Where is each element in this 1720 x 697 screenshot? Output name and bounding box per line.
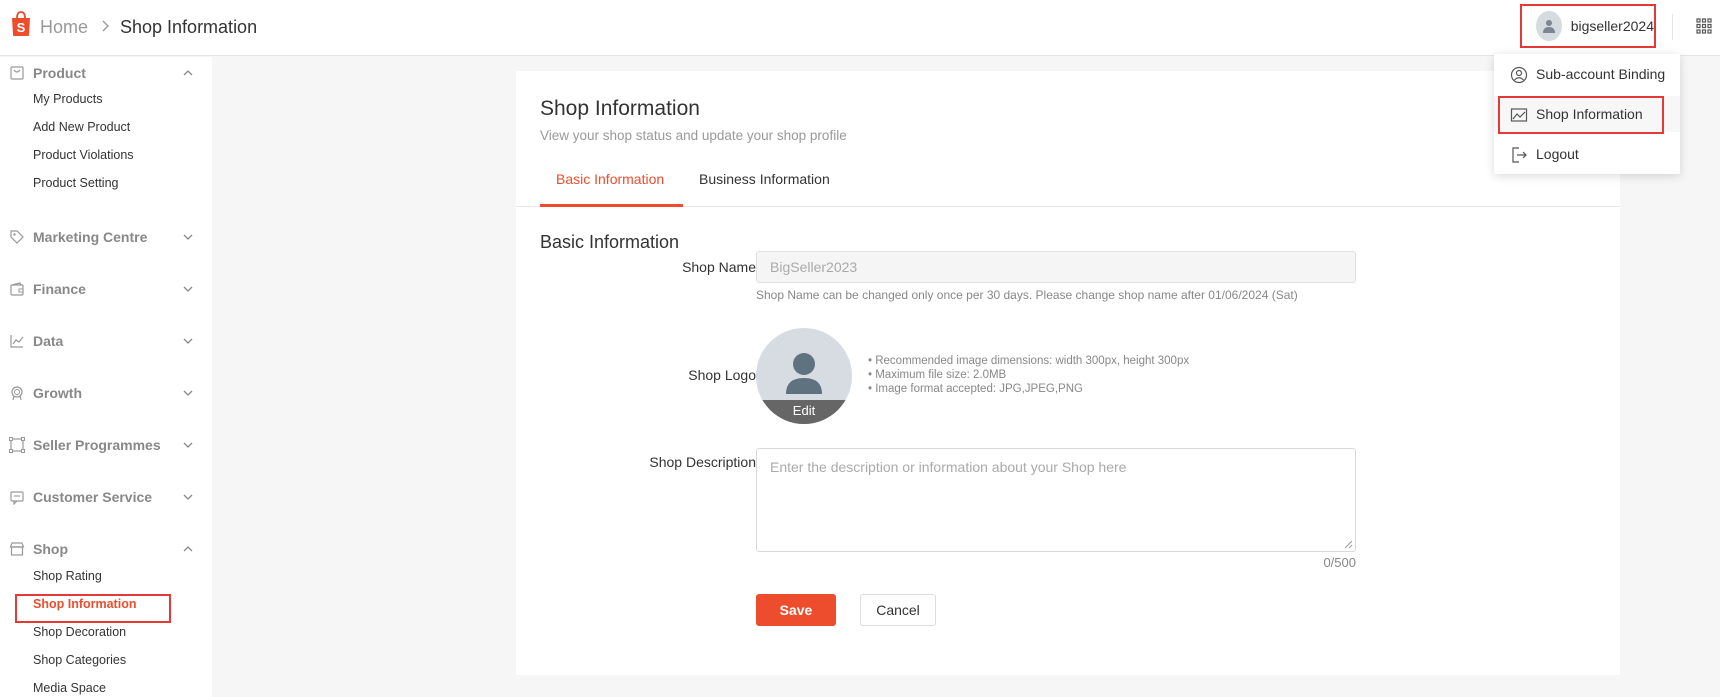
- shop-name-value: BigSeller2023: [770, 259, 858, 275]
- page-subtitle: View your shop status and update your sh…: [540, 128, 847, 143]
- menu-item-sub-account-binding[interactable]: Sub-account Binding: [1494, 56, 1680, 92]
- shopee-logo-icon[interactable]: S: [9, 11, 33, 37]
- active-tab-indicator: [540, 204, 683, 207]
- resize-handle-icon[interactable]: [1344, 540, 1353, 549]
- user-circle-icon: [1510, 66, 1528, 84]
- user-icon: [1542, 20, 1555, 33]
- logo-note: • Recommended image dimensions: width 30…: [868, 355, 1190, 367]
- sidebar-section-marketing-centre[interactable]: Marketing Centre: [0, 225, 212, 249]
- chat-icon: [10, 491, 24, 505]
- breadcrumb-home[interactable]: Home: [40, 17, 88, 38]
- sidebar-item-my-products[interactable]: My Products: [33, 92, 102, 106]
- sidebar-section-seller-programmes[interactable]: Seller Programmes: [0, 433, 212, 457]
- medal-icon: [11, 386, 23, 401]
- apps-grid-icon[interactable]: [1696, 18, 1712, 34]
- menu-item-highlight: [1498, 96, 1664, 134]
- sidebar-section-customer-service[interactable]: Customer Service: [0, 485, 212, 509]
- svg-text:S: S: [17, 20, 26, 35]
- description-char-counter: 0/500: [1323, 555, 1356, 570]
- breadcrumb-current: Shop Information: [120, 17, 258, 37]
- shop-description-textarea[interactable]: Enter the description or information abo…: [756, 448, 1356, 552]
- programmes-icon: [9, 437, 25, 453]
- cancel-button[interactable]: Cancel: [860, 594, 936, 626]
- sidebar-section-label: Growth: [33, 385, 82, 401]
- sidebar-section-label: Seller Programmes: [33, 437, 161, 453]
- menu-item-logout[interactable]: Logout: [1494, 136, 1680, 172]
- shop-description-label: Shop Description: [649, 454, 756, 470]
- user-dropdown-menu: Sub-account Binding Shop Information Log…: [1494, 54, 1680, 174]
- logout-icon: [1512, 147, 1527, 163]
- tab-business-information[interactable]: Business Information: [699, 171, 830, 187]
- shop-logo-uploader[interactable]: Edit: [756, 328, 852, 424]
- avatar: [1536, 11, 1562, 41]
- user-account-button[interactable]: bigseller2024: [1520, 4, 1656, 48]
- page-title: Shop Information: [540, 97, 700, 120]
- sidebar-section-label: Shop: [33, 541, 68, 557]
- sidebar-section-product[interactable]: Product: [0, 61, 212, 85]
- description-placeholder: Enter the description or information abo…: [770, 459, 1127, 475]
- sidebar-section-growth[interactable]: Growth: [0, 381, 212, 405]
- shop-name-input[interactable]: BigSeller2023: [756, 251, 1356, 283]
- section-title: Basic Information: [540, 232, 680, 252]
- sidebar-item-add-new-product[interactable]: Add New Product: [33, 120, 130, 134]
- logo-edit-button[interactable]: Edit: [756, 400, 852, 424]
- sidebar-item-shop-information[interactable]: Shop Information: [33, 597, 136, 611]
- chevron-down-icon: [183, 286, 193, 292]
- sidebar-section-data[interactable]: Data: [0, 329, 212, 353]
- sidebar: Product My Products Add New Product Prod…: [0, 57, 212, 697]
- sidebar-item-media-space[interactable]: Media Space: [33, 681, 106, 695]
- sidebar-item-shop-rating[interactable]: Shop Rating: [33, 569, 102, 583]
- save-button[interactable]: Save: [756, 594, 836, 626]
- product-icon: [10, 66, 24, 80]
- shop-logo-label: Shop Logo: [688, 367, 756, 383]
- sidebar-section-label: Product: [33, 65, 86, 81]
- sidebar-section-label: Marketing Centre: [33, 229, 148, 245]
- chevron-up-icon: [183, 546, 193, 552]
- shop-name-hint: Shop Name can be changed only once per 3…: [756, 288, 1298, 302]
- chevron-up-icon: [183, 70, 193, 76]
- tab-basic-information[interactable]: Basic Information: [556, 171, 664, 187]
- wallet-icon: [10, 282, 24, 296]
- chart-icon: [10, 335, 24, 348]
- sidebar-section-label: Finance: [33, 281, 86, 297]
- logo-requirements: • Recommended image dimensions: width 30…: [868, 354, 1189, 396]
- top-header: S Home Shop Information bigseller2024: [0, 0, 1720, 56]
- username: bigseller2024: [1570, 18, 1654, 34]
- shop-icon: [9, 542, 25, 556]
- header-divider: [1672, 14, 1673, 40]
- sidebar-item-product-setting[interactable]: Product Setting: [33, 176, 118, 190]
- shop-information-card: Shop Information View your shop status a…: [516, 71, 1620, 675]
- sidebar-item-product-violations[interactable]: Product Violations: [33, 148, 134, 162]
- sidebar-item-shop-decoration[interactable]: Shop Decoration: [33, 625, 126, 639]
- chevron-down-icon: [183, 442, 193, 448]
- sidebar-section-finance[interactable]: Finance: [0, 277, 212, 301]
- shop-name-label: Shop Name: [682, 259, 756, 275]
- tag-icon: [10, 230, 24, 244]
- menu-item-label: Sub-account Binding: [1536, 66, 1666, 82]
- logo-note: • Image format accepted: JPG,JPEG,PNG: [868, 383, 1083, 395]
- chevron-down-icon: [183, 494, 193, 500]
- chevron-down-icon: [183, 390, 193, 396]
- sidebar-section-label: Customer Service: [33, 489, 153, 505]
- sidebar-section-shop[interactable]: Shop: [0, 537, 212, 561]
- sidebar-section-label: Data: [33, 333, 64, 349]
- sidebar-item-shop-categories[interactable]: Shop Categories: [33, 653, 126, 667]
- logo-note: • Maximum file size: 2.0MB: [868, 369, 1007, 381]
- chevron-down-icon: [183, 234, 193, 240]
- chevron-down-icon: [183, 338, 193, 344]
- menu-item-label: Logout: [1536, 146, 1579, 162]
- chevron-right-icon: [102, 20, 109, 32]
